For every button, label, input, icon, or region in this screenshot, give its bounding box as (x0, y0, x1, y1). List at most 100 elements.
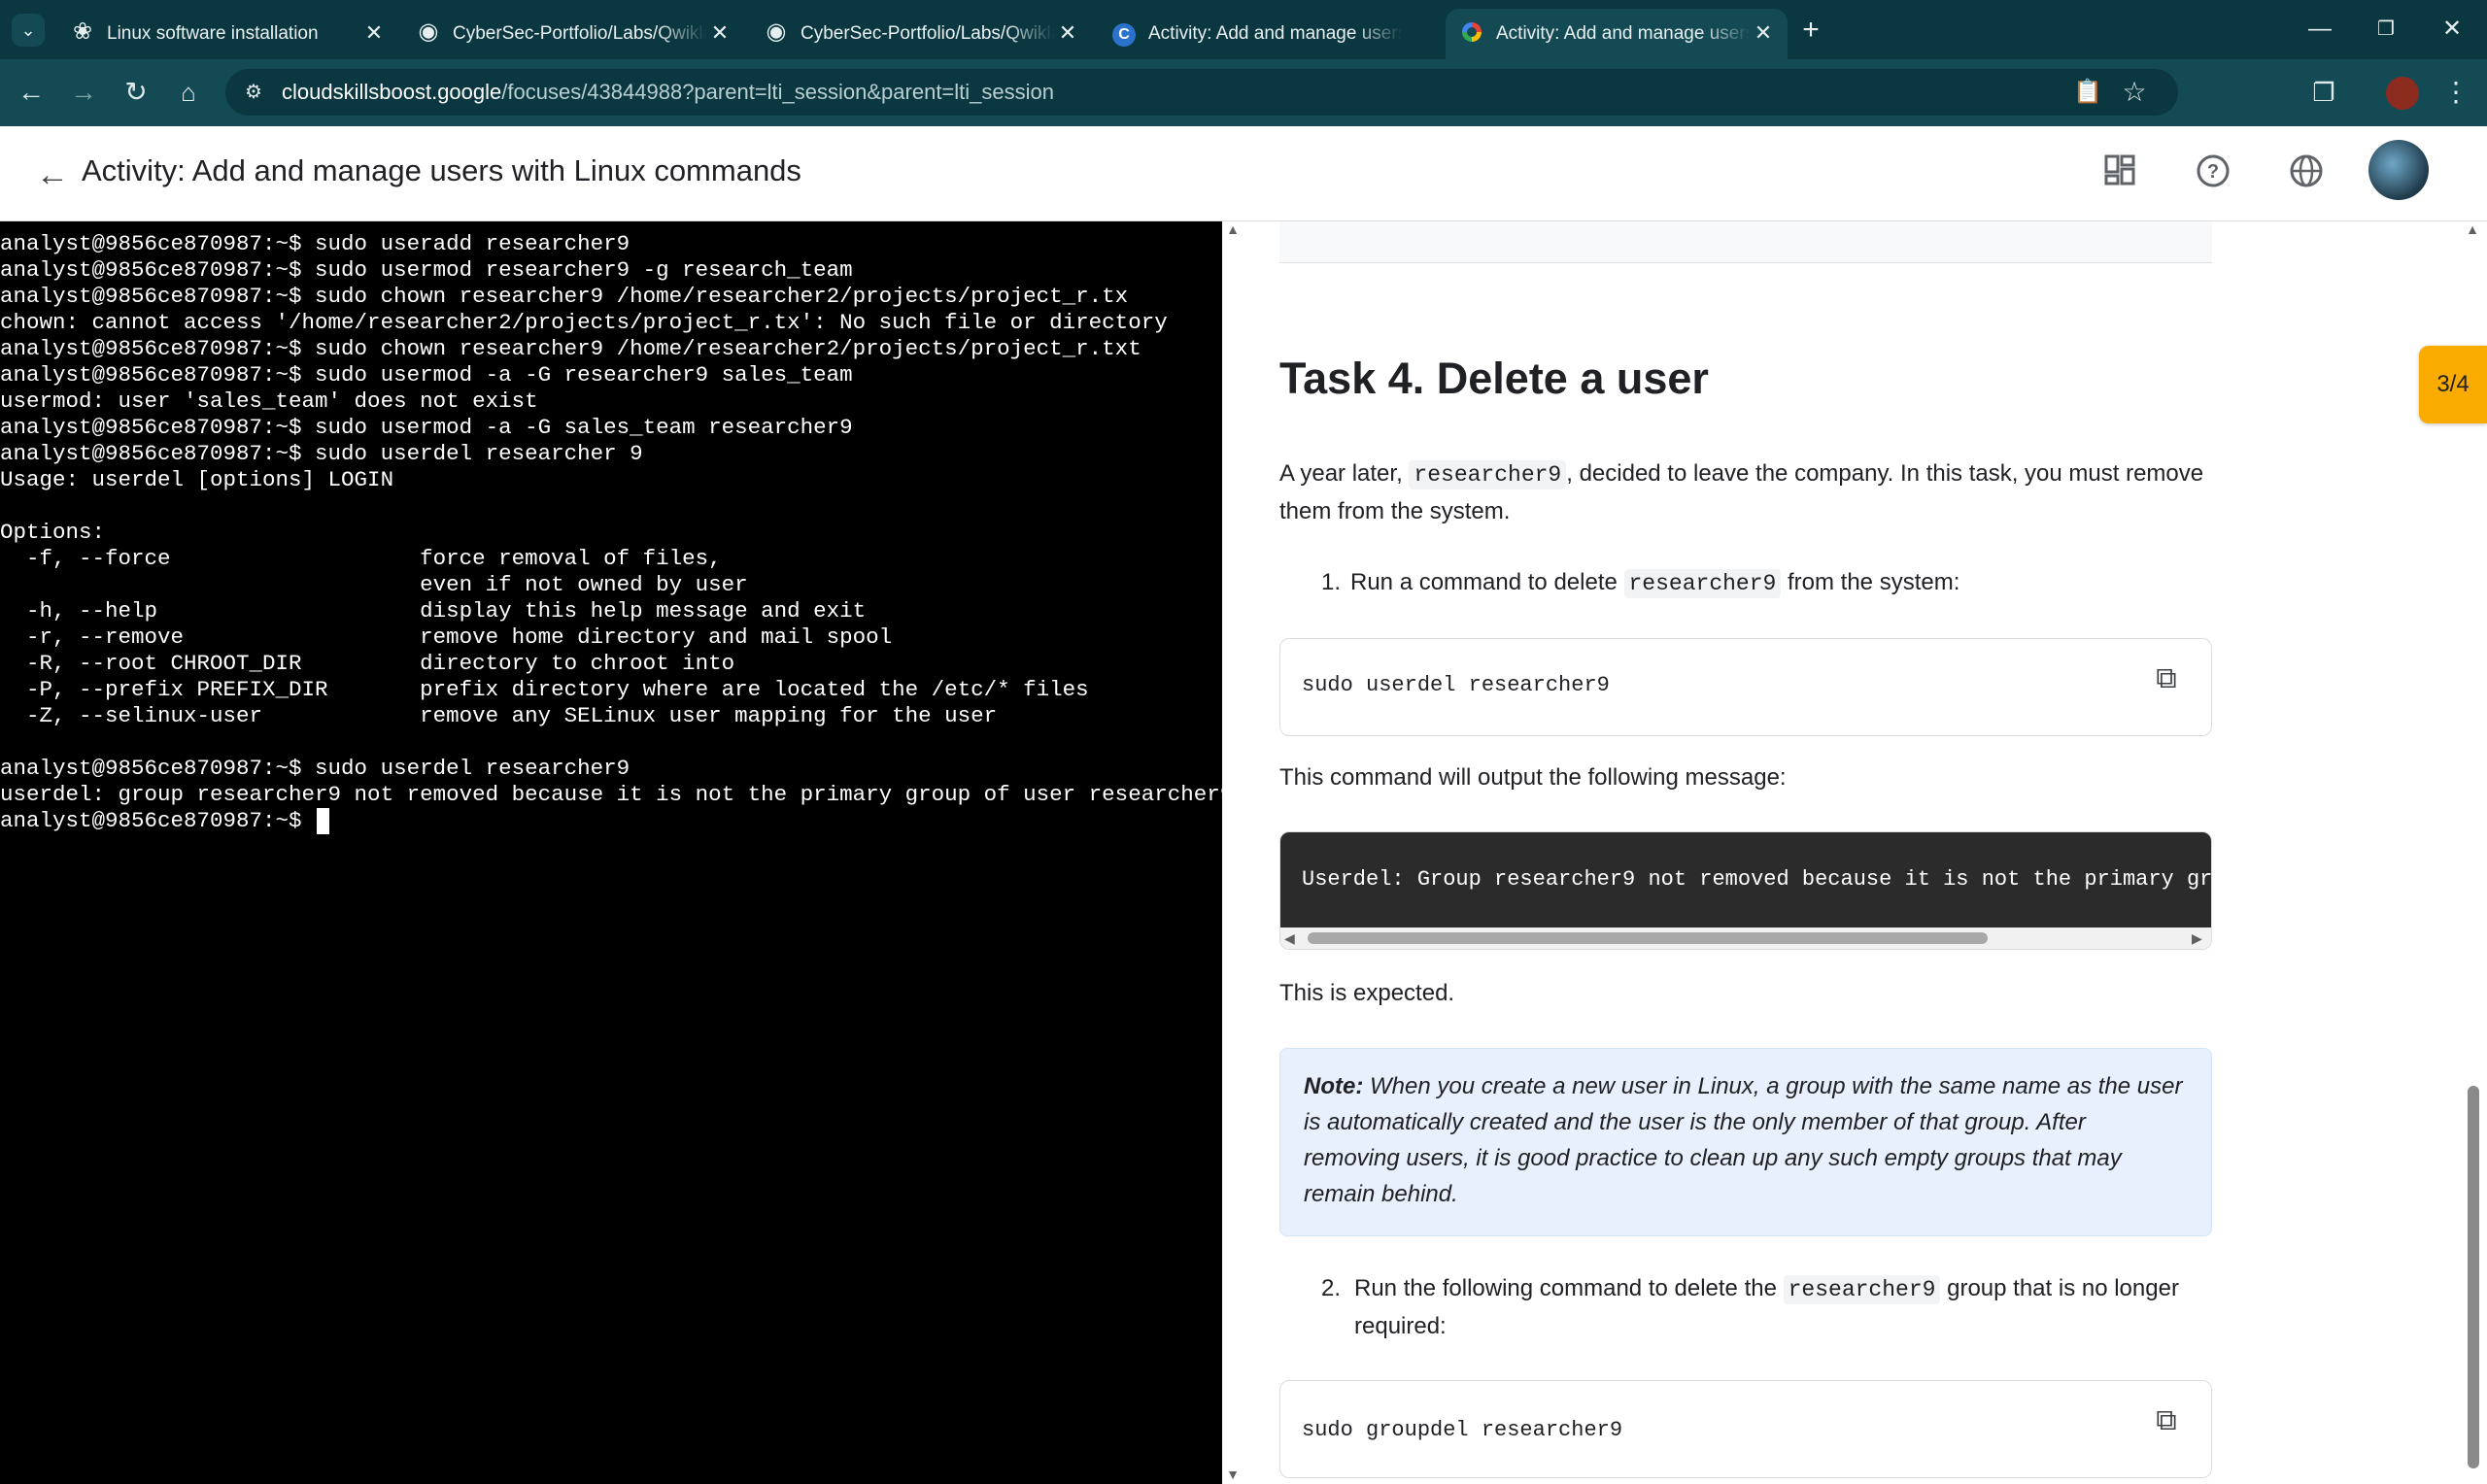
expected-text: This is expected. (1279, 980, 1455, 1006)
openai-icon: ❀ (72, 18, 93, 45)
terminal-line: userdel: group researcher9 not removed b… (0, 782, 1222, 807)
terminal-line: -R, --root CHROOT_DIR directory to chroo… (0, 651, 735, 676)
tab-search-button[interactable]: ⌄ (12, 14, 45, 47)
close-icon[interactable]: ✕ (1055, 20, 1080, 46)
forward-icon[interactable]: → (64, 73, 103, 112)
progress-badge-text: 3/4 (2436, 371, 2470, 397)
app-header: ← Activity: Add and manage users with Li… (0, 126, 2487, 221)
terminal-line: analyst@9856ce870987:~$ sudo usermod res… (0, 257, 853, 283)
inline-code: researcher9 (1409, 460, 1567, 489)
github-icon: ◉ (766, 18, 787, 45)
command-box-userdel: sudo userdel researcher9 ⧉ (1279, 638, 2212, 736)
profile-avatar[interactable] (2386, 77, 2419, 110)
tab-strip: ⌄ ❀ Linux software installation ✕ ◉ Cybe… (0, 0, 2487, 59)
tab-title: Activity: Add and manage users (1148, 23, 1403, 44)
terminal-line: even if not owned by user (0, 572, 748, 597)
extensions-icon[interactable]: ❐ (2304, 73, 2343, 112)
help-icon[interactable]: ? (2192, 153, 2234, 196)
svg-text:?: ? (2207, 161, 2219, 183)
horizontal-scrollbar[interactable]: ◀ ▶ (1280, 928, 2211, 949)
output-code: Userdel: Group researcher9 not removed b… (1280, 832, 2212, 928)
close-icon[interactable]: ✕ (361, 20, 387, 46)
close-window-icon[interactable]: ✕ (2433, 12, 2471, 47)
tab-linux-software[interactable]: ❀ Linux software installation ✕ (56, 9, 398, 59)
url-host: cloudskillsboost.google (282, 80, 502, 104)
scrollbar-thumb[interactable] (1308, 932, 1988, 944)
new-tab-button[interactable]: + (1793, 14, 1828, 49)
address-bar[interactable]: ⚙ cloudskillsboost.google/focuses/438449… (225, 69, 2178, 116)
step-number: 2. (1321, 1275, 1342, 1301)
step-text: from the system: (1781, 569, 1960, 595)
copy-icon[interactable]: ⧉ (2151, 662, 2182, 695)
tab-title: Activity: Add and manage users (1496, 23, 1751, 44)
terminal-line: -P, --prefix PREFIX_DIR prefix directory… (0, 677, 1089, 702)
terminal-line: analyst@9856ce870987:~$ sudo chown resea… (0, 336, 1141, 361)
terminal-line: -h, --help display this help message and… (0, 598, 867, 624)
task-intro: A year later, researcher9, decided to le… (1279, 455, 2212, 529)
tab-title: CyberSec-Portfolio/Labs/Qwikla (801, 23, 1055, 44)
page-title: Activity: Add and manage users with Linu… (82, 153, 801, 187)
tab-title: Linux software installation (107, 23, 319, 44)
reload-icon[interactable]: ↻ (117, 73, 155, 112)
tab-skillsboost-activity[interactable]: Activity: Add and manage users ✕ (1446, 9, 1788, 59)
skillsboost-icon (1459, 19, 1484, 45)
url-text[interactable]: cloudskillsboost.google/focuses/43844988… (282, 69, 1054, 116)
home-icon[interactable]: ⌂ (169, 73, 208, 112)
inline-code: researcher9 (1623, 569, 1782, 598)
scroll-left-arrow-icon[interactable]: ◀ (1284, 930, 1295, 947)
terminal-line: -r, --remove remove home directory and m… (0, 624, 893, 650)
tab-github-2[interactable]: ◉ CyberSec-Portfolio/Labs/Qwikla ✕ (750, 9, 1092, 59)
tab-github-1[interactable]: ◉ CyberSec-Portfolio/Labs/Qwikla ✕ (402, 9, 744, 59)
terminal-line: analyst@9856ce870987:~$ sudo chown resea… (0, 284, 1129, 309)
progress-badge[interactable]: 3/4 (2419, 346, 2487, 423)
terminal-line: Options: (0, 520, 106, 545)
user-avatar[interactable] (2368, 140, 2429, 200)
close-icon[interactable]: ✕ (707, 20, 732, 46)
note-text: Note: When you create a new user in Linu… (1304, 1068, 2188, 1212)
scroll-up-arrow-icon[interactable]: ▲ (2466, 221, 2479, 237)
dashboard-icon[interactable] (2098, 153, 2141, 196)
close-icon[interactable]: ✕ (1751, 20, 1776, 46)
terminal-line: analyst@9856ce870987:~$ sudo userdel res… (0, 441, 643, 466)
scroll-down-arrow-icon[interactable]: ▼ (1226, 1467, 1240, 1482)
output-text: Userdel: Group researcher9 not removed b… (1302, 867, 2212, 892)
bookmark-star-icon[interactable]: ☆ (2118, 76, 2151, 109)
terminal-line: -f, --force force removal of files, (0, 546, 722, 571)
scroll-up-arrow-icon[interactable]: ▲ (1226, 221, 1240, 237)
menu-kebab-icon[interactable]: ⋮ (2436, 73, 2475, 112)
minimize-icon[interactable]: — (2300, 12, 2339, 47)
inline-code: researcher9 (1783, 1275, 1941, 1304)
pane-scrollbar[interactable]: ▲ ▼ (1222, 221, 1244, 1484)
url-path: /focuses/43844988?parent=lti_session&par… (501, 80, 1054, 104)
scroll-right-arrow-icon[interactable]: ▶ (2192, 930, 2202, 947)
back-icon[interactable]: ← (12, 73, 51, 112)
terminal-line: analyst@9856ce870987:~$ sudo userdel res… (0, 756, 630, 781)
step-text: Run a command to delete (1350, 569, 1624, 595)
terminal-cursor (317, 808, 330, 834)
step-2: 2. Run the following command to delete th… (1321, 1270, 2229, 1344)
browser-toolbar: ← → ↻ ⌂ ⚙ cloudskillsboost.google/focuse… (0, 59, 2487, 126)
note-label: Note: (1304, 1073, 1364, 1099)
terminal-line: chown: cannot access '/home/researcher2/… (0, 310, 1168, 335)
terminal-line: usermod: user 'sales_team' does not exis… (0, 388, 538, 414)
note-box: Note: When you create a new user in Linu… (1279, 1048, 2212, 1236)
terminal-line: analyst@9856ce870987:~$ sudo usermod -a … (0, 415, 853, 440)
site-info-icon[interactable]: ⚙ (239, 78, 268, 107)
step-text: Run the following command to delete the (1354, 1275, 1784, 1301)
back-arrow-icon[interactable]: ← (31, 153, 74, 196)
command-text[interactable]: sudo userdel researcher9 (1302, 673, 1610, 697)
command-text[interactable]: sudo groupdel researcher9 (1302, 1418, 1622, 1442)
copy-icon[interactable]: ⧉ (2151, 1404, 2182, 1437)
terminal-line: analyst@9856ce870987:~$ (0, 808, 316, 833)
language-globe-icon[interactable] (2285, 153, 2328, 196)
tab-coursera-activity[interactable]: C Activity: Add and manage users (1098, 9, 1440, 59)
scrollbar-thumb[interactable] (2468, 1086, 2479, 1468)
terminal-pane[interactable]: analyst@9856ce870987:~$ sudo useradd res… (0, 221, 1222, 1484)
restore-icon[interactable]: ❐ (2367, 12, 2405, 47)
terminal-line: Usage: userdel [options] LOGIN (0, 467, 394, 492)
command-box-groupdel: sudo groupdel researcher9 ⧉ (1279, 1380, 2212, 1478)
output-intro: This command will output the following m… (1279, 764, 1787, 791)
task-heading: Task 4. Delete a user (1279, 354, 1709, 403)
note-body: When you create a new user in Linux, a g… (1304, 1073, 2183, 1207)
clipboard-icon[interactable]: 📋 (2071, 76, 2104, 109)
